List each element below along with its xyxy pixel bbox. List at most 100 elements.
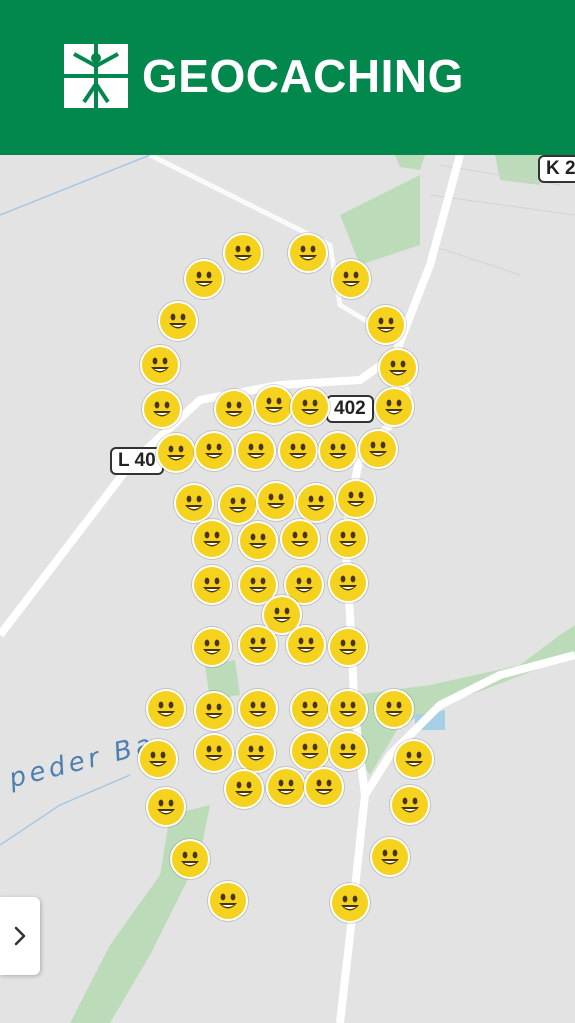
smiley-face-icon xyxy=(405,751,423,767)
cache-marker[interactable] xyxy=(254,385,294,425)
smiley-face-icon xyxy=(247,443,265,459)
cache-marker[interactable] xyxy=(290,387,330,427)
smiley-face-icon xyxy=(181,851,199,867)
cache-marker[interactable] xyxy=(304,767,344,807)
smiley-face-icon xyxy=(297,637,315,653)
smiley-face-icon xyxy=(195,271,213,287)
smiley-face-icon xyxy=(301,399,319,415)
cache-marker[interactable] xyxy=(266,767,306,807)
smiley-face-icon xyxy=(339,531,357,547)
smiley-face-icon xyxy=(347,491,365,507)
smiley-face-icon xyxy=(385,399,403,415)
smiley-face-icon xyxy=(167,445,185,461)
smiley-face-icon xyxy=(389,360,407,376)
smiley-face-icon xyxy=(342,271,360,287)
smiley-face-icon xyxy=(149,751,167,767)
smiley-face-icon xyxy=(203,531,221,547)
smiley-face-icon xyxy=(157,799,175,815)
cache-marker[interactable] xyxy=(238,625,278,665)
geocaching-logo[interactable]: GEOCACHING xyxy=(64,44,464,108)
smiley-face-icon xyxy=(205,745,223,761)
smiley-face-icon xyxy=(339,575,357,591)
cache-marker[interactable] xyxy=(158,301,198,341)
cache-marker[interactable] xyxy=(192,627,232,667)
cache-marker[interactable] xyxy=(288,233,328,273)
cache-marker[interactable] xyxy=(208,881,248,921)
smiley-face-icon xyxy=(249,533,267,549)
smiley-face-icon xyxy=(291,531,309,547)
smiley-face-icon xyxy=(301,743,319,759)
cache-marker[interactable] xyxy=(146,689,186,729)
cache-marker[interactable] xyxy=(280,519,320,559)
smiley-face-icon xyxy=(401,797,419,813)
cache-marker[interactable] xyxy=(194,733,234,773)
cache-marker[interactable] xyxy=(328,731,368,771)
smiley-face-icon xyxy=(249,637,267,653)
cache-marker[interactable] xyxy=(330,883,370,923)
smiley-face-icon xyxy=(329,443,347,459)
smiley-face-icon xyxy=(153,401,171,417)
cache-marker[interactable] xyxy=(374,387,414,427)
smiley-face-icon xyxy=(157,701,175,717)
cache-marker[interactable] xyxy=(290,689,330,729)
cache-marker[interactable] xyxy=(184,259,224,299)
smiley-face-icon xyxy=(205,703,223,719)
cache-marker[interactable] xyxy=(170,839,210,879)
expand-panel-button[interactable] xyxy=(0,897,40,975)
cache-marker[interactable] xyxy=(194,691,234,731)
cache-marker[interactable] xyxy=(394,739,434,779)
smiley-face-icon xyxy=(219,893,237,909)
smiley-face-icon xyxy=(203,639,221,655)
smiley-face-icon xyxy=(203,577,221,593)
map-view[interactable]: K 2 402 L 40 peder Ba xyxy=(0,155,575,1023)
cache-marker[interactable] xyxy=(296,483,336,523)
cache-marker[interactable] xyxy=(336,479,376,519)
cache-marker[interactable] xyxy=(328,627,368,667)
cache-marker[interactable] xyxy=(238,689,278,729)
cache-marker[interactable] xyxy=(142,389,182,429)
cache-marker[interactable] xyxy=(218,485,258,525)
cache-marker[interactable] xyxy=(138,739,178,779)
cache-marker[interactable] xyxy=(278,431,318,471)
cache-marker[interactable] xyxy=(214,389,254,429)
cache-marker[interactable] xyxy=(236,431,276,471)
smiley-face-icon xyxy=(377,317,395,333)
smiley-face-icon xyxy=(315,779,333,795)
smiley-face-icon xyxy=(249,701,267,717)
cache-marker[interactable] xyxy=(224,769,264,809)
smiley-face-icon xyxy=(385,701,403,717)
cache-marker[interactable] xyxy=(238,521,278,561)
cache-marker[interactable] xyxy=(236,733,276,773)
cache-marker[interactable] xyxy=(256,481,296,521)
cache-marker[interactable] xyxy=(318,431,358,471)
cache-marker[interactable] xyxy=(374,689,414,729)
cache-marker[interactable] xyxy=(286,625,326,665)
cache-marker[interactable] xyxy=(328,563,368,603)
cache-marker[interactable] xyxy=(194,431,234,471)
cache-marker[interactable] xyxy=(358,429,398,469)
cache-marker[interactable] xyxy=(146,787,186,827)
cache-marker[interactable] xyxy=(192,565,232,605)
smiley-face-icon xyxy=(205,443,223,459)
cache-marker[interactable] xyxy=(328,519,368,559)
cache-marker[interactable] xyxy=(156,433,196,473)
cache-marker[interactable] xyxy=(174,483,214,523)
smiley-face-icon xyxy=(235,781,253,797)
smiley-face-icon xyxy=(277,779,295,795)
smiley-face-icon xyxy=(339,743,357,759)
cache-marker[interactable] xyxy=(192,519,232,559)
smiley-face-icon xyxy=(169,313,187,329)
cache-marker[interactable] xyxy=(331,259,371,299)
cache-marker[interactable] xyxy=(378,348,418,388)
smiley-face-icon xyxy=(341,895,359,911)
cache-marker[interactable] xyxy=(390,785,430,825)
cache-marker[interactable] xyxy=(366,305,406,345)
smiley-face-icon xyxy=(369,441,387,457)
cache-marker[interactable] xyxy=(140,345,180,385)
cache-marker[interactable] xyxy=(328,689,368,729)
cache-marker[interactable] xyxy=(223,233,263,273)
smiley-face-icon xyxy=(339,639,357,655)
cache-marker[interactable] xyxy=(290,731,330,771)
cache-marker[interactable] xyxy=(370,837,410,877)
geocaching-logo-icon xyxy=(64,44,128,108)
